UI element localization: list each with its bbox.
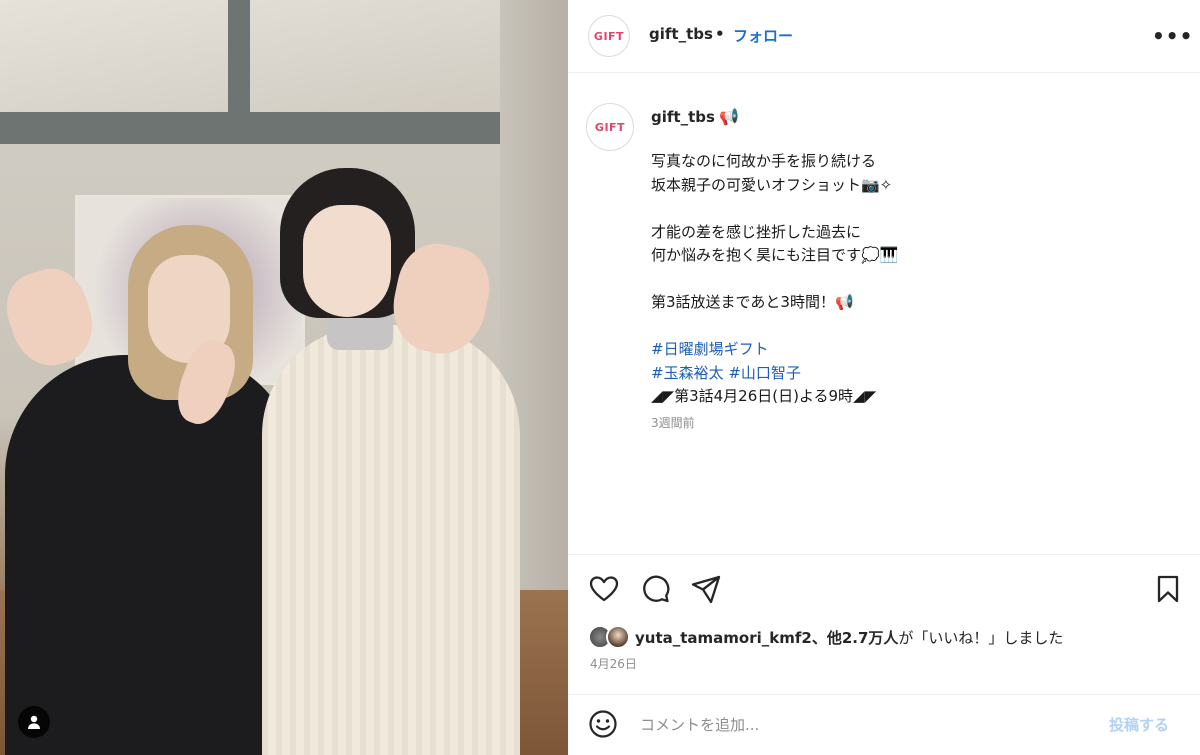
comment-icon[interactable]: [639, 573, 671, 605]
caption-username[interactable]: gift_tbs: [651, 108, 715, 126]
liker-avatar[interactable]: [606, 625, 630, 649]
header-separator: •: [715, 25, 725, 43]
caption-schedule: ◢◤第3話4月26日(日)よる9時◢◤: [651, 387, 877, 405]
likes-count[interactable]: 、他2.7万人: [812, 629, 899, 647]
likes-suffix: が「いいね！」しました: [898, 628, 1064, 647]
user-tag-icon[interactable]: [18, 706, 50, 738]
megaphone-icon: 📢: [719, 107, 739, 126]
post-caption: GIFT gift_tbs 📢 写真なのに何故か手を振り続ける 坂本親子の可愛い…: [568, 74, 1200, 554]
smiley-icon[interactable]: [588, 709, 618, 739]
caption-timestamp[interactable]: 3週間前: [651, 414, 695, 431]
avatar-logo-text: GIFT: [594, 120, 626, 134]
avatar-logo-text: GIFT: [593, 29, 625, 43]
post-header: GIFT gift_tbs • フォロー •••: [568, 0, 1200, 73]
post-actions: yuta_tamamori_kmf2、他2.7万人が「いいね！」しました 4月2…: [568, 554, 1200, 694]
hashtag-link[interactable]: #玉森裕太 #山口智子: [651, 362, 1171, 386]
post-comment-button[interactable]: 投稿する: [1109, 714, 1169, 735]
liker-username[interactable]: yuta_tamamori_kmf2: [635, 629, 812, 647]
caption-text: 写真なのに何故か手を振り続ける 坂本親子の可愛いオフショット📷✧ 才能の差を感じ…: [651, 150, 1171, 409]
paper-plane-icon[interactable]: [690, 573, 722, 605]
photo-person-woman: [5, 355, 295, 755]
heart-icon[interactable]: [588, 573, 620, 605]
caption-line: 第3話放送まであと3時間！📢: [651, 293, 854, 311]
likes-text: yuta_tamamori_kmf2、他2.7万人が「いいね！」しました: [635, 627, 1063, 648]
more-options-icon[interactable]: •••: [1152, 24, 1193, 48]
bookmark-icon[interactable]: [1152, 573, 1184, 605]
photo-ceiling: [0, 0, 568, 120]
caption-avatar[interactable]: GIFT: [586, 103, 634, 151]
post-photo[interactable]: [0, 0, 568, 755]
header-username[interactable]: gift_tbs: [649, 25, 713, 43]
caption-line: 坂本親子の可愛いオフショット📷✧: [651, 175, 893, 194]
hashtag-link[interactable]: #日曜劇場ギフト: [651, 338, 1171, 362]
profile-avatar[interactable]: GIFT: [588, 15, 630, 57]
comment-composer: コメントを追加... 投稿する: [568, 694, 1200, 755]
photo-beam: [0, 112, 505, 144]
likes-summary: yuta_tamamori_kmf2、他2.7万人が「いいね！」しました: [588, 624, 1063, 650]
post-details-pane: GIFT gift_tbs • フォロー ••• GIFT gift_tbs 📢…: [568, 0, 1200, 755]
caption-line: 才能の差を感じ挫折した過去に: [651, 222, 862, 241]
photo-person-face: [303, 205, 391, 317]
caption-line: 何か悩みを抱く昊にも注目です💭🎹: [651, 246, 899, 264]
caption-line: 写真なのに何故か手を振り続ける: [651, 152, 877, 170]
photo-person-man: [262, 325, 520, 755]
photo-beam: [228, 0, 250, 115]
comment-input[interactable]: コメントを追加...: [640, 714, 759, 735]
post-date[interactable]: 4月26日: [590, 655, 637, 672]
follow-button[interactable]: フォロー: [733, 25, 793, 46]
